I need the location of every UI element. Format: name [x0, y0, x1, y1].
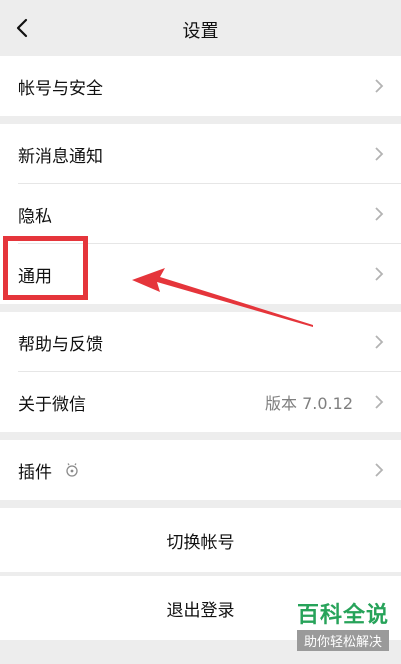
chevron-right-icon: [375, 207, 384, 221]
watermark-title: 百科全说: [296, 603, 389, 628]
item-label: 帮助与反馈: [18, 334, 103, 355]
chevron-right-icon: [375, 463, 384, 477]
item-label: 隐私: [18, 206, 52, 227]
watermark: 百科全说 助你轻松解决: [296, 603, 389, 651]
group-account: 帐号与安全: [0, 56, 401, 116]
watermark-subtitle: 助你轻松解决: [296, 630, 389, 651]
plugin-icon: [66, 463, 78, 477]
chevron-right-icon: [375, 267, 384, 281]
chevron-right-icon: [375, 79, 384, 93]
settings-item-privacy[interactable]: 隐私: [0, 184, 401, 244]
group-switch-account: 切换帐号: [0, 508, 401, 572]
chevron-right-icon: [375, 395, 384, 409]
item-label: 帐号与安全: [18, 78, 103, 99]
settings-item-account-security[interactable]: 帐号与安全: [0, 56, 401, 116]
item-label: 关于微信: [18, 394, 86, 415]
settings-item-plugins[interactable]: 插件: [0, 440, 401, 500]
settings-item-help-feedback[interactable]: 帮助与反馈: [0, 312, 401, 372]
page-title: 设置: [182, 21, 219, 42]
group-plugins: 插件: [0, 440, 401, 500]
nav-bar: 设置: [0, 0, 401, 56]
group-help: 帮助与反馈 关于微信 版本 7.0.12: [0, 312, 401, 432]
settings-item-notifications[interactable]: 新消息通知: [0, 124, 401, 184]
chevron-right-icon: [375, 147, 384, 161]
switch-account-button[interactable]: 切换帐号: [0, 508, 401, 572]
version-value: 版本 7.0.12: [265, 394, 353, 413]
item-label: 新消息通知: [18, 146, 103, 167]
highlight-box: [3, 236, 88, 300]
chevron-right-icon: [375, 335, 384, 349]
settings-item-about[interactable]: 关于微信 版本 7.0.12: [0, 372, 401, 432]
item-label: 插件: [18, 462, 52, 483]
